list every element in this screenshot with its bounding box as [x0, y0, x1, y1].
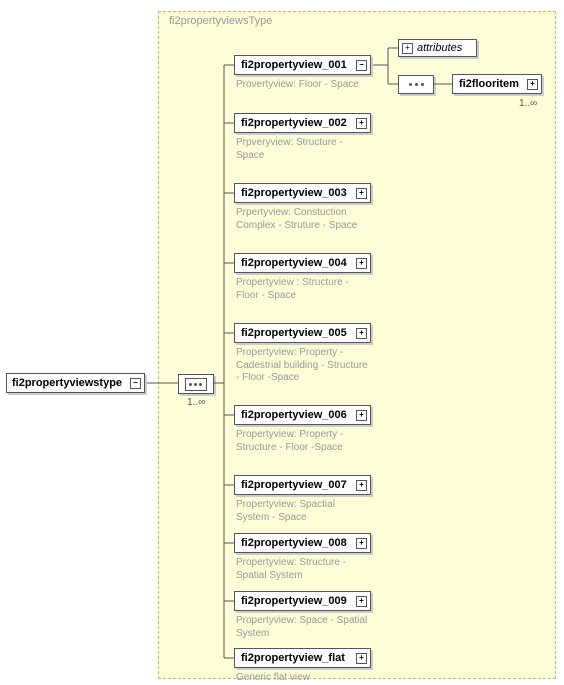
sequence-compositor[interactable]: [398, 75, 434, 94]
node-label: fi2propertyview_003: [241, 187, 347, 199]
node-fi2propertyview-004[interactable]: fi2propertyview_004 +: [234, 253, 371, 273]
node-desc: Generic flat view: [236, 672, 371, 685]
flooritem-label: fi2flooritem: [459, 78, 519, 90]
node-desc: Propertyview : Structure - Floor - Space: [236, 277, 371, 302]
node-label: fi2propertyview_flat: [241, 652, 345, 664]
attributes-label: attributes: [417, 42, 462, 54]
node-desc: Prpveryview: Structure - Space: [236, 137, 371, 162]
node-desc: Propertyview: Structure - Spatial System: [236, 557, 371, 582]
node-label: fi2propertyview_002: [241, 117, 347, 129]
node-label: fi2propertyview_005: [241, 327, 347, 339]
expand-icon[interactable]: +: [356, 480, 367, 491]
expand-icon[interactable]: +: [356, 538, 367, 549]
container-label: fi2propertyviewsType: [169, 15, 272, 27]
node-fi2propertyview-003[interactable]: fi2propertyview_003 +: [234, 183, 371, 203]
root-label: fi2propertyviewstype: [12, 377, 122, 389]
node-desc: Provertyview: Floor - Space: [236, 79, 371, 92]
root-element[interactable]: fi2propertyviewstype −: [6, 373, 145, 393]
expand-icon[interactable]: +: [356, 118, 367, 129]
node-fi2propertyview-006[interactable]: fi2propertyview_006 +: [234, 405, 371, 425]
expand-icon[interactable]: +: [356, 410, 367, 421]
node-fi2propertyview-001[interactable]: fi2propertyview_001 −: [234, 55, 371, 75]
node-label: fi2propertyview_006: [241, 409, 347, 421]
node-desc: Propertyview: Property - Cadestrial buil…: [236, 347, 371, 385]
choice-compositor[interactable]: [178, 374, 214, 394]
node-label: fi2propertyview_009: [241, 595, 347, 607]
expand-icon[interactable]: +: [527, 79, 538, 90]
node-label: fi2propertyview_007: [241, 479, 347, 491]
node-fi2propertyview-009[interactable]: fi2propertyview_009 +: [234, 591, 371, 611]
node-desc: Prpertyview: Constuction Complex - Strut…: [236, 207, 371, 232]
node-fi2propertyview-flat[interactable]: fi2propertyview_flat +: [234, 648, 371, 668]
node-fi2propertyview-007[interactable]: fi2propertyview_007 +: [234, 475, 371, 495]
node-desc: Propertyview: Spactial System - Space: [236, 499, 371, 524]
collapse-icon[interactable]: −: [356, 60, 367, 71]
node-label: fi2propertyview_001: [241, 59, 347, 71]
expand-icon[interactable]: +: [402, 43, 413, 54]
node-label: fi2propertyview_004: [241, 257, 347, 269]
attributes-box[interactable]: + attributes: [398, 39, 477, 57]
expand-icon[interactable]: +: [356, 188, 367, 199]
node-fi2flooritem[interactable]: fi2flooritem +: [452, 74, 542, 94]
node-label: fi2propertyview_008: [241, 537, 347, 549]
node-desc: Propertyview: Property - Structure - Flo…: [236, 429, 371, 454]
expand-icon[interactable]: +: [356, 258, 367, 269]
node-fi2propertyview-005[interactable]: fi2propertyview_005 +: [234, 323, 371, 343]
node-fi2propertyview-002[interactable]: fi2propertyview_002 +: [234, 113, 371, 133]
root-multiplicity: 1..∞: [187, 397, 205, 408]
expand-icon[interactable]: +: [356, 653, 367, 664]
expand-icon[interactable]: +: [356, 328, 367, 339]
node-desc: Propertyview: Space - Spatial System: [236, 615, 371, 640]
node-fi2propertyview-008[interactable]: fi2propertyview_008 +: [234, 533, 371, 553]
collapse-icon[interactable]: −: [130, 378, 141, 389]
flooritem-multiplicity: 1..∞: [519, 98, 537, 109]
expand-icon[interactable]: +: [356, 596, 367, 607]
